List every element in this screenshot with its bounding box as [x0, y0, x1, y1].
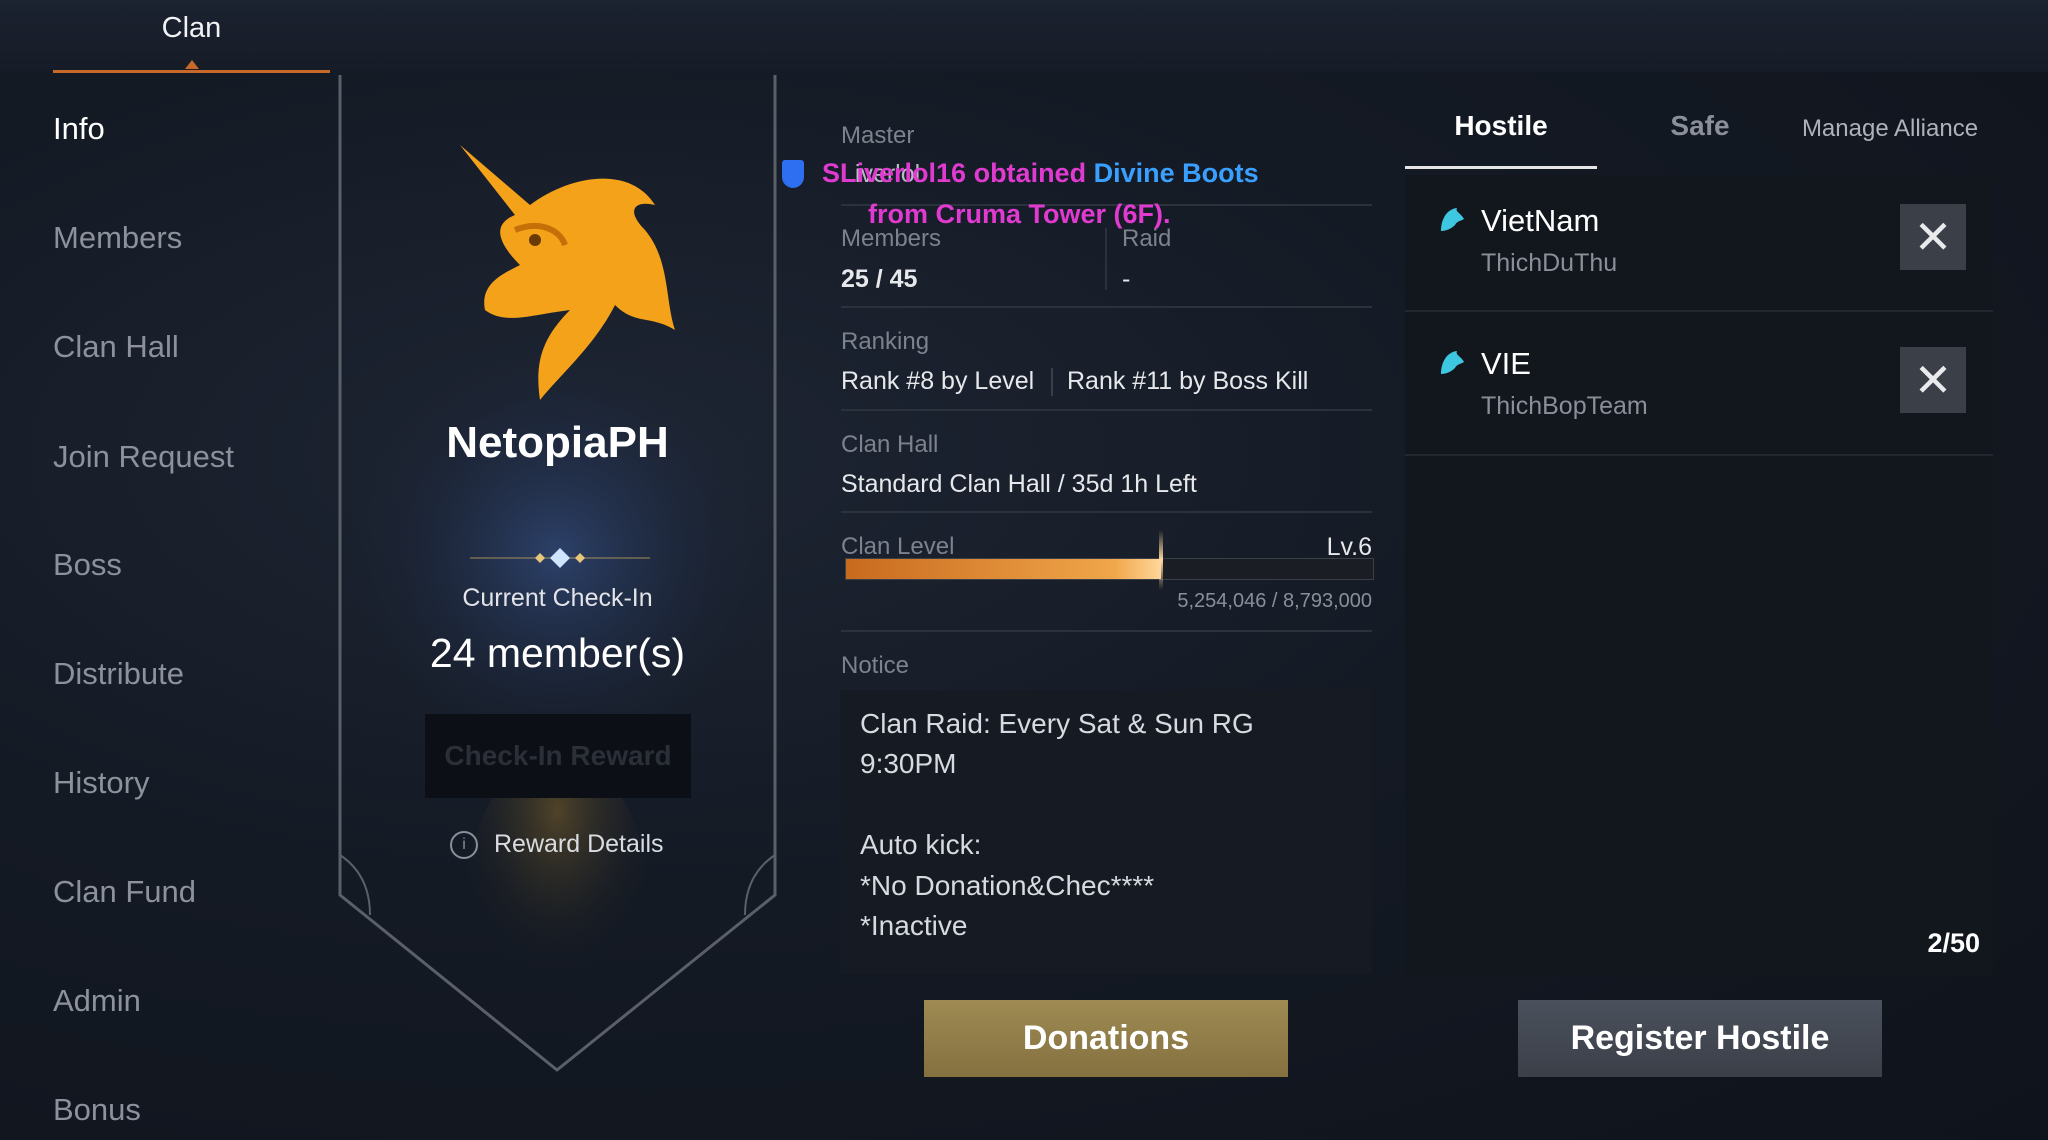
notice-line: 9:30PM	[860, 748, 957, 779]
rank-by-level: Rank #8 by Level	[841, 367, 1035, 395]
clan-name: NetopiaPH	[446, 418, 669, 467]
hostile-clan-name: VietNam	[1481, 203, 1600, 238]
sidebar-item-clan-fund[interactable]: Clan Fund	[53, 867, 293, 917]
system-message-line2: from Cruma Tower (6F).	[868, 199, 1171, 229]
clan-xp-bar-fill	[846, 559, 1161, 579]
clan-hall-value: Standard Clan Hall / 35d 1h Left	[841, 470, 1197, 498]
checkin-count: 24 member(s)	[429, 630, 686, 676]
hostile-count: 2/50	[1927, 928, 1980, 958]
notice-line: Clan Raid: Every Sat & Sun RG	[860, 708, 1254, 739]
divider	[841, 630, 1372, 632]
sidebar-item-admin[interactable]: Admin	[53, 976, 293, 1026]
sidebar-item-clan-hall[interactable]: Clan Hall	[53, 322, 293, 372]
column-divider	[1105, 228, 1107, 290]
checkin-label: Current Check-In	[462, 584, 653, 612]
raid-value: -	[1122, 265, 1131, 293]
clan-xp-bar-glow	[1159, 530, 1163, 590]
sidebar-item-distribute[interactable]: Distribute	[53, 649, 293, 699]
shield-icon	[782, 160, 804, 188]
tab-hostile[interactable]: Hostile	[1405, 110, 1597, 142]
reward-details-label: Reward Details	[494, 830, 664, 858]
sidebar-item-join-request[interactable]: Join Request	[53, 432, 293, 482]
tab-safe[interactable]: Safe	[1600, 110, 1800, 142]
clan-hall-label: Clan Hall	[841, 431, 939, 458]
master-label: Master	[841, 122, 915, 149]
remove-hostile-button[interactable]: ✕	[1900, 204, 1966, 270]
ranking-label: Ranking	[841, 328, 930, 355]
active-tab-underline	[53, 70, 330, 73]
info-icon: i	[450, 831, 478, 860]
clan-crest-icon	[1441, 351, 1464, 374]
sidebar-item-bonus[interactable]: Bonus	[53, 1085, 293, 1135]
sidebar-item-members[interactable]: Members	[53, 213, 293, 263]
hostile-clan-master: ThichDuThu	[1481, 249, 1618, 277]
system-message-text: SLiverlol16 obtained	[822, 158, 1094, 188]
notice-label: Notice	[841, 652, 910, 679]
rank-divider	[1051, 368, 1053, 396]
active-tab-caret-icon	[185, 60, 199, 69]
divider	[841, 306, 1372, 308]
close-icon: ✕	[1913, 210, 1953, 264]
sidebar-item-boss[interactable]: Boss	[53, 540, 293, 590]
sidebar-item-history[interactable]: History	[53, 758, 293, 808]
checkin-reward-button[interactable]: Check-In Reward	[425, 714, 691, 798]
clan-xp-text: 5,254,046 / 8,793,000	[1177, 590, 1372, 612]
diamond-divider-icon	[470, 548, 650, 568]
hostile-clan-name: VIE	[1481, 346, 1531, 381]
clan-crest-icon	[1441, 208, 1464, 231]
sidebar-item-info[interactable]: Info	[53, 104, 293, 154]
notice-line: *Inactive	[860, 910, 968, 941]
reward-details-link[interactable]: i Reward Details	[450, 824, 690, 864]
hostile-clan-master: ThichBopTeam	[1481, 392, 1648, 420]
remove-hostile-button[interactable]: ✕	[1900, 347, 1966, 413]
members-value: 25 / 45	[841, 265, 918, 293]
donations-button[interactable]: Donations	[924, 1000, 1288, 1077]
unicorn-emblem-icon	[460, 145, 675, 400]
register-hostile-button[interactable]: Register Hostile	[1518, 1000, 1882, 1077]
tab-manage-alliance[interactable]: Manage Alliance	[1790, 115, 1990, 143]
system-message-item: Divine Boots	[1093, 158, 1259, 188]
close-icon: ✕	[1913, 353, 1953, 407]
clan-level-label: Clan Level	[841, 533, 955, 560]
divider	[841, 409, 1372, 411]
rank-by-boss-kill: Rank #11 by Boss Kill	[1067, 367, 1309, 395]
notice-line: Auto kick:	[860, 829, 982, 860]
notice-line: *No Donation&Chec****	[860, 870, 1155, 901]
system-message-line1: SLiverlol16 obtained Divine Boots	[822, 158, 1259, 189]
divider	[841, 511, 1372, 513]
